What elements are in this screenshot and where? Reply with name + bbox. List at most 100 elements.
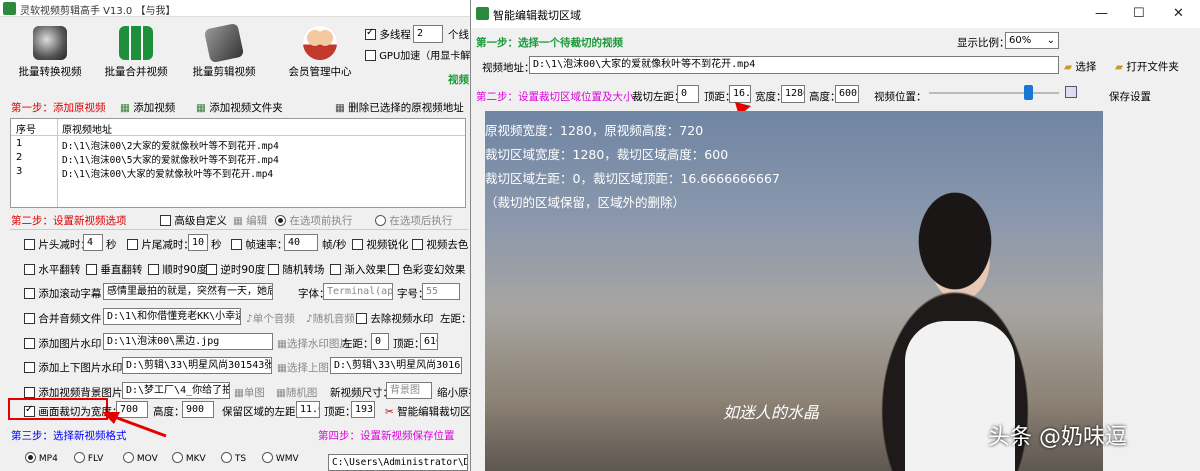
choose-top-image-button[interactable]: ▦选择上图	[277, 360, 329, 375]
hflip-option[interactable]: 水平翻转	[24, 262, 80, 277]
advanced-option[interactable]: 高级自定义	[160, 213, 227, 228]
top-image-path-input[interactable]: D:\剪辑\33\明星风尚301543张艺	[122, 357, 272, 374]
head-trim-input[interactable]: 4	[83, 234, 103, 251]
framerate-input[interactable]: 40	[284, 234, 318, 251]
add-video-button[interactable]: ▦ 添加视频	[120, 100, 175, 115]
batch-convert-button[interactable]: 批量转换视频	[14, 26, 86, 79]
delete-selected-button[interactable]: ▦ 删除已选择的原视频地址	[335, 100, 464, 115]
ts-radio[interactable]	[221, 452, 232, 463]
random-image-button[interactable]: ▦随机图	[276, 385, 317, 400]
batch-edit-button[interactable]: 批量剪辑视频	[188, 22, 260, 79]
snapshot-icon[interactable]	[1065, 86, 1077, 98]
shrink-option[interactable]: 缩小原视	[437, 385, 470, 400]
framerate-checkbox[interactable]	[231, 239, 242, 250]
tail-trim-option[interactable]: 片尾减时：	[127, 237, 194, 252]
single-audio-button[interactable]: ♪单个音频	[246, 311, 295, 326]
format-mp4[interactable]: MP4	[25, 452, 58, 464]
ccw90-option[interactable]: 逆时90度	[206, 262, 265, 277]
mov-radio[interactable]	[123, 452, 134, 463]
remove-watermark-option[interactable]: 去除视频水印	[356, 311, 433, 326]
sharpen-checkbox[interactable]	[352, 239, 363, 250]
bg-path-input[interactable]: D:\梦工厂\4_你给了拍适	[122, 382, 230, 399]
crop-width-checkbox[interactable]	[24, 404, 35, 417]
smart-crop-button[interactable]: ✂ 智能编辑裁切区域	[385, 404, 470, 419]
mp4-radio[interactable]	[25, 452, 36, 463]
tail-trim-checkbox[interactable]	[127, 239, 138, 250]
watermark-path-input[interactable]: D:\1\泡沫00\黑边.jpg	[103, 333, 273, 350]
vflip-checkbox[interactable]	[86, 264, 97, 275]
new-size-select[interactable]: 背景图	[386, 382, 432, 399]
cw90-option[interactable]: 顺时90度	[148, 262, 207, 277]
table-row[interactable]: 1 D:\1\泡沫00\2大家的爱就像秋叶等不到花开.mp4	[11, 138, 465, 152]
gpu-option[interactable]: GPU加速（用显卡解码）	[365, 47, 470, 62]
table-row[interactable]: 3 D:\1\泡沫00\大家的爱就像秋叶等不到花开.mp4	[11, 166, 465, 180]
video-tab-label[interactable]: 视频	[448, 72, 469, 87]
keep-top-input[interactable]: 193.3	[351, 401, 375, 418]
merge-audio-option[interactable]: 合并音频文件：	[24, 311, 112, 326]
member-center-button[interactable]: 会员管理中心	[280, 26, 360, 79]
font-select[interactable]: Terminal(ap	[323, 283, 393, 300]
vflip-option[interactable]: 垂直翻转	[86, 262, 142, 277]
tb-watermark-option[interactable]: 添加上下图片水印：	[24, 360, 133, 375]
merge-audio-checkbox[interactable]	[24, 313, 35, 324]
video-preview[interactable]: 原视频宽度：1280，原视频高度：720 裁切区域宽度：1280，裁切区域高度：…	[485, 111, 1103, 471]
flv-radio[interactable]	[74, 452, 85, 463]
minimize-icon[interactable]: —	[1095, 6, 1108, 21]
format-ts[interactable]: TS	[221, 452, 246, 464]
crop-left-input[interactable]: 0	[677, 85, 699, 103]
display-ratio-select[interactable]: 60% ⌄	[1005, 32, 1059, 49]
video-address-input[interactable]: D:\1\泡沫00\大家的爱就像秋叶等不到花开.mp4	[529, 56, 1059, 74]
image-watermark-checkbox[interactable]	[24, 338, 35, 349]
after-radio[interactable]	[375, 215, 386, 226]
image-watermark-option[interactable]: 添加图片水印：	[24, 336, 112, 351]
open-folder-button[interactable]: ▰ 打开文件夹	[1115, 59, 1179, 74]
select-video-button[interactable]: ▰ 选择	[1064, 59, 1096, 74]
save-path-input[interactable]: C:\Users\Administrator\Desktop	[328, 454, 468, 471]
tail-trim-input[interactable]: 10	[188, 234, 208, 251]
remove-watermark-checkbox[interactable]	[356, 313, 367, 324]
fade-in-checkbox[interactable]	[330, 264, 341, 275]
sharpen-option[interactable]: 视频锐化	[352, 237, 408, 252]
advanced-checkbox[interactable]	[160, 215, 171, 226]
font-size-select[interactable]: 55	[422, 283, 460, 300]
wm-top-input[interactable]: 616	[420, 333, 438, 350]
bg-image-checkbox[interactable]	[24, 387, 35, 398]
random-transition-checkbox[interactable]	[268, 264, 279, 275]
thread-count-input[interactable]: 2	[413, 25, 443, 43]
single-image-button[interactable]: ▦单图	[234, 385, 265, 400]
wmv-radio[interactable]	[262, 452, 273, 463]
add-folder-button[interactable]: ▦ 添加视频文件夹	[196, 100, 283, 115]
before-radio[interactable]	[275, 215, 286, 226]
format-mov[interactable]: MOV	[123, 452, 158, 464]
file-list[interactable]: 序号 原视频地址 1 D:\1\泡沫00\2大家的爱就像秋叶等不到花开.mp4 …	[10, 118, 466, 208]
keep-left-input[interactable]: 11.66	[296, 401, 320, 418]
batch-merge-button[interactable]: 批量合并视频	[100, 26, 172, 79]
audio-path-input[interactable]: D:\1\和你借懂竞老KK\小幸运.mp	[103, 308, 241, 325]
bottom-image-path-input[interactable]: D:\剪辑\33\明星风尚301682张艺	[330, 357, 462, 374]
head-trim-checkbox[interactable]	[24, 239, 35, 250]
decolor-checkbox[interactable]	[412, 239, 423, 250]
head-trim-option[interactable]: 片头减时：	[24, 237, 91, 252]
ccw90-checkbox[interactable]	[206, 264, 217, 275]
scroll-caption-checkbox[interactable]	[24, 288, 35, 299]
position-slider-thumb[interactable]	[1023, 85, 1033, 100]
mkv-radio[interactable]	[172, 452, 183, 463]
choose-watermark-button[interactable]: ▦选择水印图片	[277, 336, 350, 351]
color-shift-checkbox[interactable]	[388, 264, 399, 275]
close-icon[interactable]: ✕	[1173, 6, 1184, 21]
format-wmv[interactable]: WMV	[262, 452, 299, 464]
after-option[interactable]: 在选项后执行	[375, 213, 452, 228]
maximize-icon[interactable]: ☐	[1133, 6, 1145, 21]
position-slider-track[interactable]	[929, 92, 1059, 94]
crop-width-field[interactable]: 1280	[781, 85, 805, 103]
random-transition-option[interactable]: 随机转场	[268, 262, 324, 277]
fade-in-option[interactable]: 渐入效果	[330, 262, 386, 277]
decolor-option[interactable]: 视频去色	[412, 237, 468, 252]
tb-watermark-checkbox[interactable]	[24, 362, 35, 373]
wm-left-input[interactable]: 0	[371, 333, 389, 350]
crop-height-input[interactable]: 900	[182, 401, 214, 418]
format-flv[interactable]: FLV	[74, 452, 103, 464]
gpu-checkbox[interactable]	[365, 50, 376, 61]
color-shift-option[interactable]: 色彩变幻效果	[388, 262, 465, 277]
cw90-checkbox[interactable]	[148, 264, 159, 275]
